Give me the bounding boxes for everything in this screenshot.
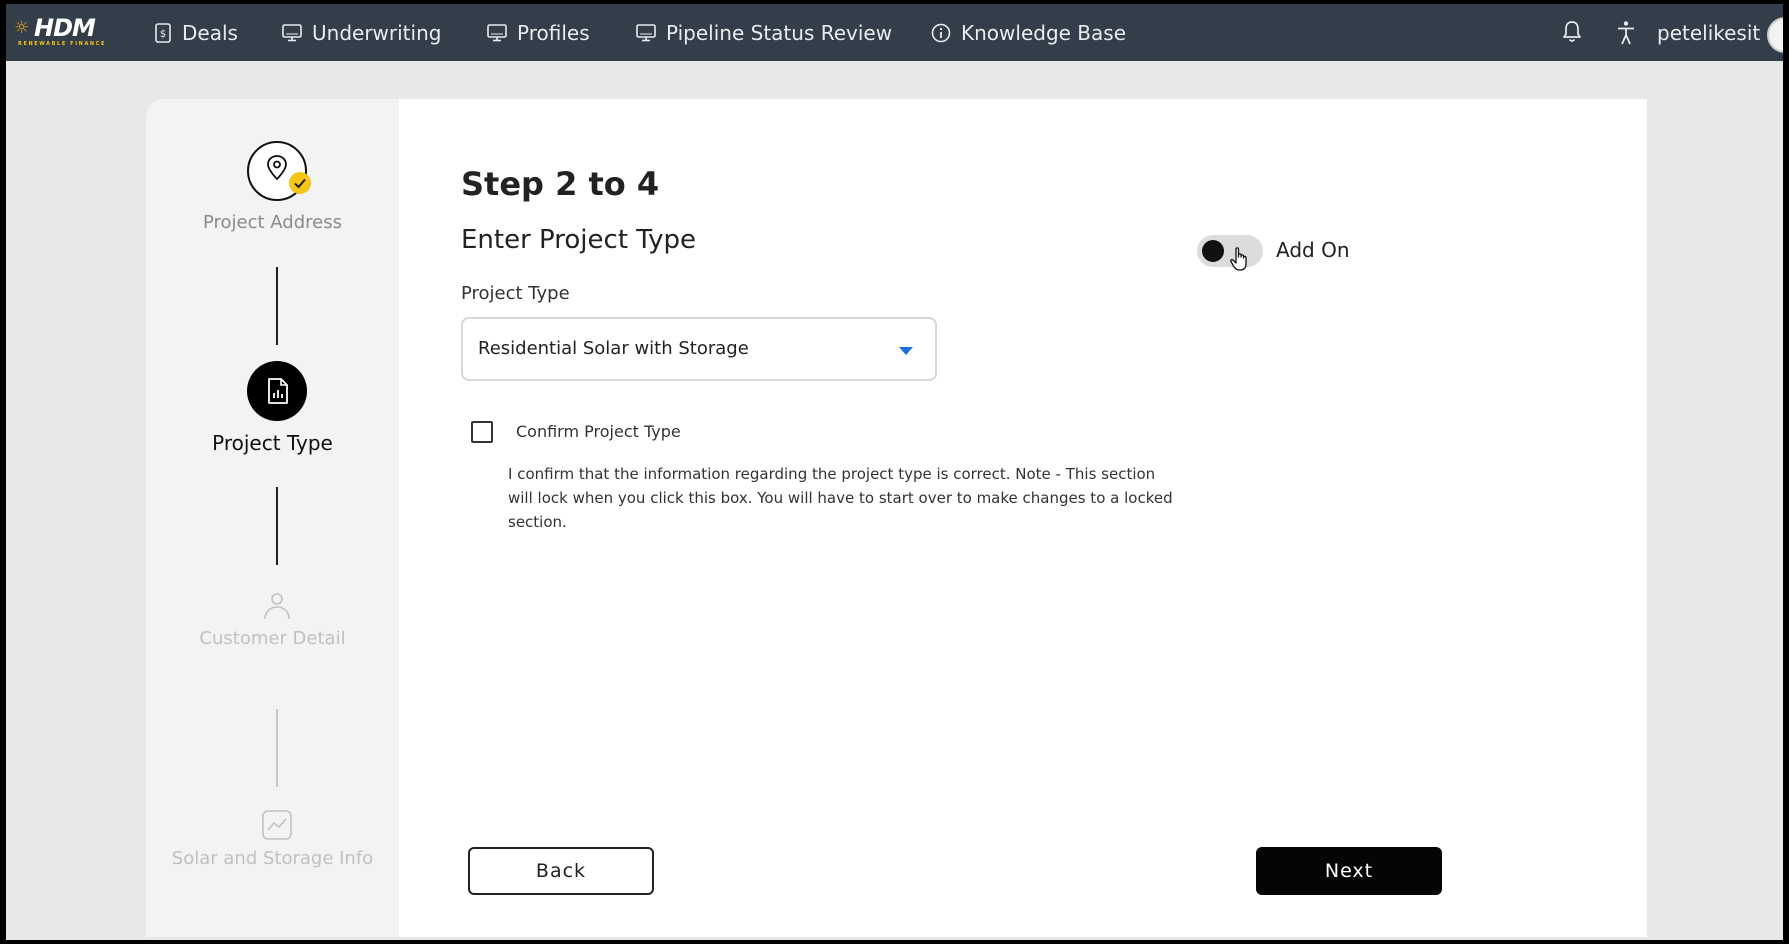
- user-menu[interactable]: petelikesit: [1657, 4, 1760, 61]
- project-type-label: Project Type: [461, 283, 570, 304]
- accessibility-icon[interactable]: [1615, 20, 1637, 46]
- svg-text:$: $: [160, 29, 166, 40]
- document-chart-icon: [268, 378, 288, 404]
- avatar[interactable]: [1767, 17, 1783, 53]
- nav-item-deals[interactable]: $ Deals: [154, 4, 238, 61]
- hand-cursor-icon: [1230, 247, 1247, 271]
- monitor-icon: [487, 23, 507, 41]
- info-icon: [931, 23, 951, 42]
- page-title: Step 2 to 4: [461, 165, 660, 203]
- nav-label-deals: Deals: [182, 20, 238, 45]
- step-label-project-address: Project Address: [203, 212, 342, 233]
- check-icon: [294, 178, 306, 189]
- app-frame: ☼ HDM RENEWABLE FINANCE $ Deals Underwri…: [6, 4, 1783, 940]
- section-title: Enter Project Type: [461, 225, 696, 255]
- project-type-select[interactable]: Residential Solar with Storage: [461, 317, 937, 381]
- dollar-doc-icon: $: [155, 22, 171, 43]
- step-connector: [276, 487, 278, 565]
- hdm-logo[interactable]: ☼ HDM RENEWABLE FINANCE: [14, 14, 124, 50]
- step-label-customer-detail: Customer Detail: [199, 628, 346, 649]
- chevron-down-icon: [899, 347, 913, 355]
- step-label-solar-storage-info: Solar and Storage Info: [171, 848, 374, 869]
- nav-item-profiles[interactable]: Profiles: [487, 4, 590, 61]
- add-on-label: Add On: [1276, 238, 1350, 262]
- nav-label-pipeline-status-review: Pipeline Status Review: [666, 20, 893, 45]
- nav-item-pipeline-status-review[interactable]: Pipeline Status Review: [636, 4, 892, 61]
- next-button[interactable]: Next: [1256, 847, 1442, 895]
- back-button[interactable]: Back: [468, 847, 654, 895]
- form-card: Step 2 to 4 Enter Project Type Project T…: [399, 99, 1647, 937]
- user-icon: [264, 593, 290, 620]
- nav-label-knowledge-base: Knowledge Base: [961, 20, 1126, 45]
- nav-label-profiles: Profiles: [517, 20, 590, 45]
- confirm-project-type-label[interactable]: Confirm Project Type: [516, 422, 681, 441]
- step-project-type-icon[interactable]: [247, 361, 307, 421]
- bell-icon[interactable]: [1561, 20, 1583, 44]
- confirm-note: I confirm that the information regarding…: [508, 465, 1173, 531]
- nav-item-knowledge-base[interactable]: Knowledge Base: [931, 4, 1126, 61]
- nav-label-underwriting: Underwriting: [312, 20, 442, 45]
- confirm-project-type-checkbox[interactable]: [471, 421, 493, 443]
- completed-badge: [289, 172, 311, 194]
- project-type-value: Residential Solar with Storage: [478, 338, 749, 359]
- step-connector: [276, 267, 278, 345]
- logo-tagline: RENEWABLE FINANCE: [18, 41, 106, 47]
- stepper-sidebar: Project Address Project Type Customer De…: [146, 99, 399, 937]
- monitor-icon: [282, 23, 302, 41]
- sun-icon: ☼: [14, 18, 30, 38]
- nav-item-underwriting[interactable]: Underwriting: [282, 4, 441, 61]
- step-customer-detail-icon[interactable]: [247, 573, 307, 633]
- step-label-project-type: Project Type: [212, 431, 333, 455]
- step-connector: [276, 709, 278, 787]
- toggle-knob: [1202, 240, 1224, 262]
- top-navigation-bar: ☼ HDM RENEWABLE FINANCE $ Deals Underwri…: [6, 4, 1783, 61]
- monitor-icon: [636, 23, 656, 41]
- logo-text: HDM: [34, 14, 96, 42]
